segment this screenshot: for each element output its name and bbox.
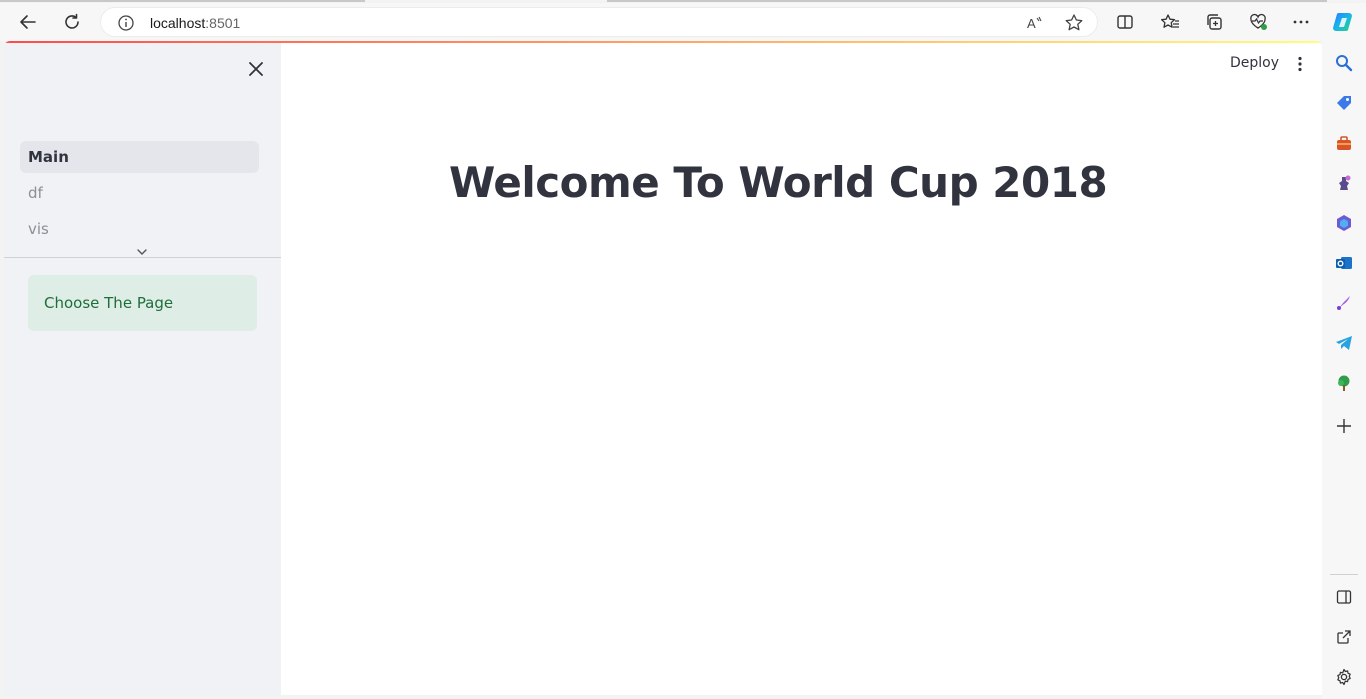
rail-divider xyxy=(1330,574,1358,575)
office-icon[interactable] xyxy=(1334,213,1354,233)
tab-edge-left xyxy=(0,0,365,2)
url-text[interactable]: localhost:8501 xyxy=(150,15,240,31)
favorites-icon[interactable] xyxy=(1155,7,1185,37)
favorite-star-icon[interactable] xyxy=(1064,13,1084,33)
edge-sidebar xyxy=(1322,41,1366,699)
read-aloud-icon[interactable]: A xyxy=(1025,13,1045,33)
site-info-icon[interactable] xyxy=(117,14,135,32)
nav-item-main[interactable]: Main xyxy=(20,141,259,173)
deploy-button[interactable]: Deploy xyxy=(1230,55,1279,71)
tools-icon[interactable] xyxy=(1334,133,1354,153)
close-sidebar-icon[interactable] xyxy=(244,57,268,81)
copilot-icon[interactable] xyxy=(1329,7,1359,37)
tree-icon[interactable] xyxy=(1334,373,1354,393)
address-bar[interactable]: localhost:8501 A xyxy=(100,7,1098,37)
sidebar-divider xyxy=(4,257,281,258)
main-menu-icon[interactable] xyxy=(1290,54,1310,74)
page-nav: Main df vis xyxy=(20,141,259,249)
collections-icon[interactable] xyxy=(1199,7,1229,37)
nav-item-label: Main xyxy=(28,148,69,166)
app-sidebar: Main df vis Choose The Page xyxy=(4,43,281,695)
url-port: :8501 xyxy=(205,15,241,31)
nav-item-label: df xyxy=(28,184,43,202)
chevron-down-icon[interactable] xyxy=(135,244,149,255)
page-title: Welcome To World Cup 2018 xyxy=(449,158,1108,207)
info-alert: Choose The Page xyxy=(28,275,257,331)
bottom-edge xyxy=(0,695,1322,699)
search-icon[interactable] xyxy=(1334,53,1354,73)
nav-item-df[interactable]: df xyxy=(20,177,259,209)
add-icon[interactable] xyxy=(1334,416,1354,436)
more-icon[interactable] xyxy=(1286,7,1316,37)
browser-essentials-icon[interactable] xyxy=(1243,7,1273,37)
games-icon[interactable] xyxy=(1334,173,1354,193)
split-screen-icon[interactable] xyxy=(1110,7,1140,37)
telegram-icon[interactable] xyxy=(1334,333,1354,353)
url-host: localhost xyxy=(150,15,206,31)
shopping-tag-icon[interactable] xyxy=(1334,93,1354,113)
refresh-icon[interactable] xyxy=(57,7,87,37)
svg-text:A: A xyxy=(1027,16,1036,31)
sidebar-toggle-icon[interactable] xyxy=(1334,587,1354,607)
external-link-icon[interactable] xyxy=(1334,627,1354,647)
nav-item-label: vis xyxy=(28,220,49,238)
nav-item-vis[interactable]: vis xyxy=(20,213,259,245)
outlook-icon[interactable] xyxy=(1334,253,1354,273)
tab-edge-right xyxy=(607,0,1327,2)
designer-icon[interactable] xyxy=(1334,293,1354,313)
browser-toolbar: localhost:8501 A xyxy=(0,3,1366,41)
back-icon[interactable] xyxy=(13,7,43,37)
page-viewport: Main df vis Choose The Page Deploy Welco… xyxy=(4,41,1322,695)
settings-icon[interactable] xyxy=(1334,667,1354,687)
info-alert-text: Choose The Page xyxy=(44,294,174,312)
